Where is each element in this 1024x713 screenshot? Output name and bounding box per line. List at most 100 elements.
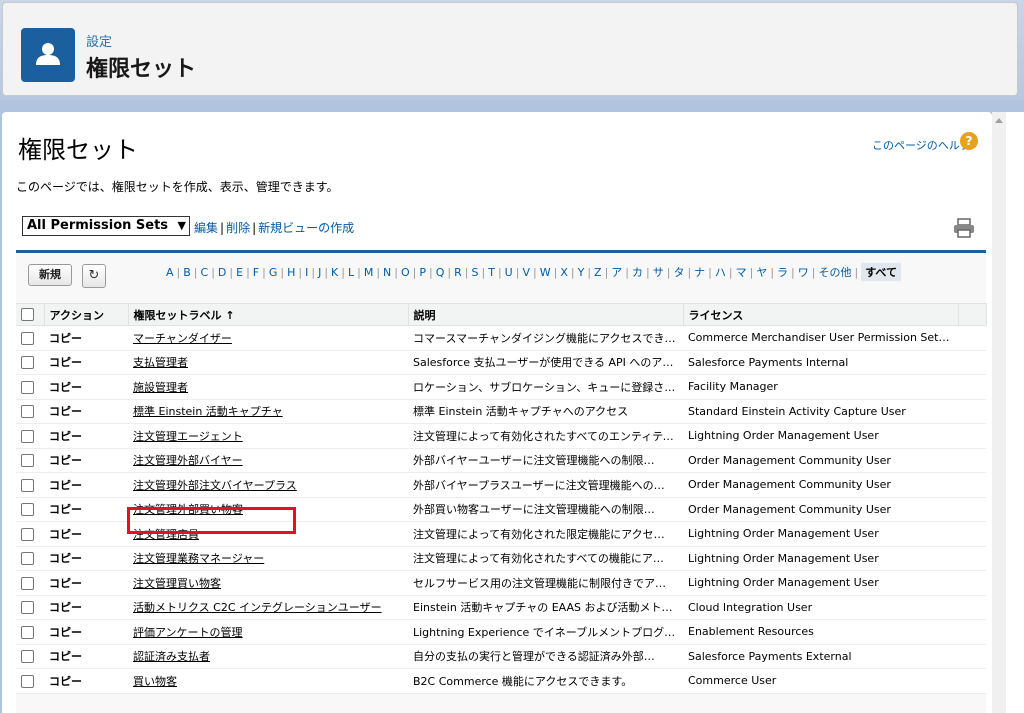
row-checkbox[interactable] (16, 619, 44, 645)
breadcrumb[interactable]: 設定 (86, 31, 112, 50)
scrollbar[interactable] (992, 112, 1006, 713)
alpha-filter-item[interactable]: F (253, 266, 259, 279)
row-checkbox[interactable] (16, 350, 44, 375)
copy-link[interactable]: コピー (49, 552, 82, 565)
alpha-filter-item[interactable]: G (269, 266, 278, 279)
row-checkbox[interactable] (16, 644, 44, 669)
alpha-filter-item[interactable]: タ (673, 264, 684, 280)
alpha-filter-item[interactable]: マ (736, 264, 747, 280)
alpha-filter-item[interactable]: ハ (715, 264, 726, 280)
print-icon[interactable] (953, 218, 975, 242)
alpha-filter-item[interactable]: C (201, 266, 209, 279)
alpha-filter-item[interactable]: W (540, 266, 551, 279)
alpha-filter-item[interactable]: L (348, 266, 354, 279)
copy-link[interactable]: コピー (49, 528, 82, 541)
edit-view-link[interactable]: 編集 (194, 221, 218, 235)
row-checkbox[interactable] (16, 423, 44, 449)
alpha-filter-item[interactable]: E (236, 266, 243, 279)
permission-set-link[interactable]: 支払管理者 (133, 356, 188, 369)
alpha-filter-item[interactable]: X (560, 266, 568, 279)
row-checkbox[interactable] (16, 521, 44, 547)
alpha-filter-item[interactable]: ナ (694, 264, 705, 280)
select-all-checkbox[interactable] (16, 303, 45, 326)
copy-link[interactable]: コピー (49, 601, 82, 614)
permission-set-link[interactable]: 注文管理業務マネージャー (133, 552, 264, 565)
column-header-label[interactable]: 権限セットラベル ↑ (128, 303, 409, 326)
alpha-filter-item[interactable]: Y (578, 266, 585, 279)
copy-link[interactable]: コピー (49, 405, 82, 418)
alpha-filter-item[interactable]: ラ (777, 264, 788, 280)
help-icon[interactable]: ? (960, 132, 978, 150)
row-checkbox[interactable] (16, 374, 44, 400)
new-button[interactable]: 新規 (28, 264, 72, 286)
row-checkbox[interactable] (16, 570, 44, 596)
alpha-filter-item[interactable]: N (383, 266, 391, 279)
copy-link[interactable]: コピー (49, 356, 82, 369)
alpha-filter-item[interactable]: S (472, 266, 479, 279)
permission-set-link[interactable]: 注文管理外部買い物客 (133, 503, 243, 516)
help-link[interactable]: このページのヘルプ (872, 137, 971, 153)
alpha-filter-item[interactable]: T (488, 266, 495, 279)
row-checkbox[interactable] (16, 325, 44, 351)
row-checkbox[interactable] (16, 472, 44, 498)
alpha-filter-item[interactable]: カ (632, 264, 643, 280)
column-header-description[interactable]: 説明 (408, 303, 684, 326)
scroll-up-icon[interactable] (995, 118, 1003, 123)
alpha-filter-item[interactable]: J (318, 266, 321, 279)
copy-link[interactable]: コピー (49, 650, 82, 663)
alpha-filter-item[interactable]: サ (653, 264, 664, 280)
column-header-action[interactable]: アクション (44, 303, 129, 326)
permission-set-link[interactable]: 注文管理エージェント (133, 430, 243, 443)
row-checkbox[interactable] (16, 546, 44, 571)
copy-link[interactable]: コピー (49, 503, 82, 516)
alpha-filter-item[interactable]: ワ (798, 264, 809, 280)
alpha-filter-item[interactable]: Z (594, 266, 602, 279)
alpha-filter-item[interactable]: D (218, 266, 226, 279)
row-checkbox[interactable] (16, 448, 44, 473)
copy-link[interactable]: コピー (49, 577, 82, 590)
permission-set-link[interactable]: 注文管理買い物客 (133, 577, 221, 590)
row-checkbox[interactable] (16, 497, 44, 522)
create-view-link[interactable]: 新規ビューの作成 (258, 221, 354, 235)
copy-link[interactable]: コピー (49, 675, 82, 688)
alpha-filter-item[interactable]: K (331, 266, 338, 279)
copy-link[interactable]: コピー (49, 454, 82, 467)
alpha-filter-item[interactable]: A (166, 266, 174, 279)
column-header-license[interactable]: ライセンス (683, 303, 959, 326)
permission-set-link[interactable]: 評価アンケートの管理 (133, 626, 243, 639)
row-checkbox[interactable] (16, 668, 44, 694)
permission-set-link[interactable]: 標準 Einstein 活動キャプチャ (133, 405, 283, 418)
copy-link[interactable]: コピー (49, 332, 82, 345)
delete-view-link[interactable]: 削除 (226, 221, 250, 235)
permission-set-link[interactable]: 注文管理外部バイヤー (133, 454, 243, 467)
alpha-filter-item[interactable]: B (183, 266, 191, 279)
alpha-filter-item[interactable]: Q (436, 266, 445, 279)
alpha-filter-item[interactable]: I (305, 266, 308, 279)
permission-set-link[interactable]: 注文管理店員 (133, 528, 199, 541)
alpha-filter-item[interactable]: R (454, 266, 462, 279)
alpha-filter-item[interactable]: すべて (861, 263, 901, 281)
alpha-filter-item[interactable]: O (401, 266, 410, 279)
permission-set-link[interactable]: 認証済み支払者 (133, 650, 210, 663)
permission-set-link[interactable]: 施設管理者 (133, 381, 188, 394)
alpha-filter-item[interactable]: ヤ (756, 264, 767, 280)
permission-set-link[interactable]: 活動メトリクス C2C インテグレーションユーザー (133, 601, 382, 614)
alpha-filter-item[interactable]: M (364, 266, 374, 279)
permission-set-link[interactable]: 買い物客 (133, 675, 177, 688)
copy-link[interactable]: コピー (49, 430, 82, 443)
alpha-filter-item[interactable]: H (287, 266, 295, 279)
row-checkbox[interactable] (16, 595, 44, 620)
row-checkbox[interactable] (16, 399, 44, 424)
alpha-filter-item[interactable]: ア (611, 264, 622, 280)
alpha-filter-item[interactable]: P (419, 266, 426, 279)
alpha-filter-item[interactable]: その他 (818, 264, 851, 280)
alpha-filter-item[interactable]: V (522, 266, 530, 279)
copy-link[interactable]: コピー (49, 381, 82, 394)
permission-set-link[interactable]: 注文管理外部注文バイヤープラス (133, 479, 297, 492)
copy-link[interactable]: コピー (49, 479, 82, 492)
copy-link[interactable]: コピー (49, 626, 82, 639)
refresh-icon[interactable]: ↻ (82, 264, 106, 288)
view-select[interactable]: All Permission Sets ▼ (22, 216, 190, 236)
permission-set-link[interactable]: マーチャンダイザー (133, 332, 232, 345)
alpha-filter-item[interactable]: U (505, 266, 513, 279)
